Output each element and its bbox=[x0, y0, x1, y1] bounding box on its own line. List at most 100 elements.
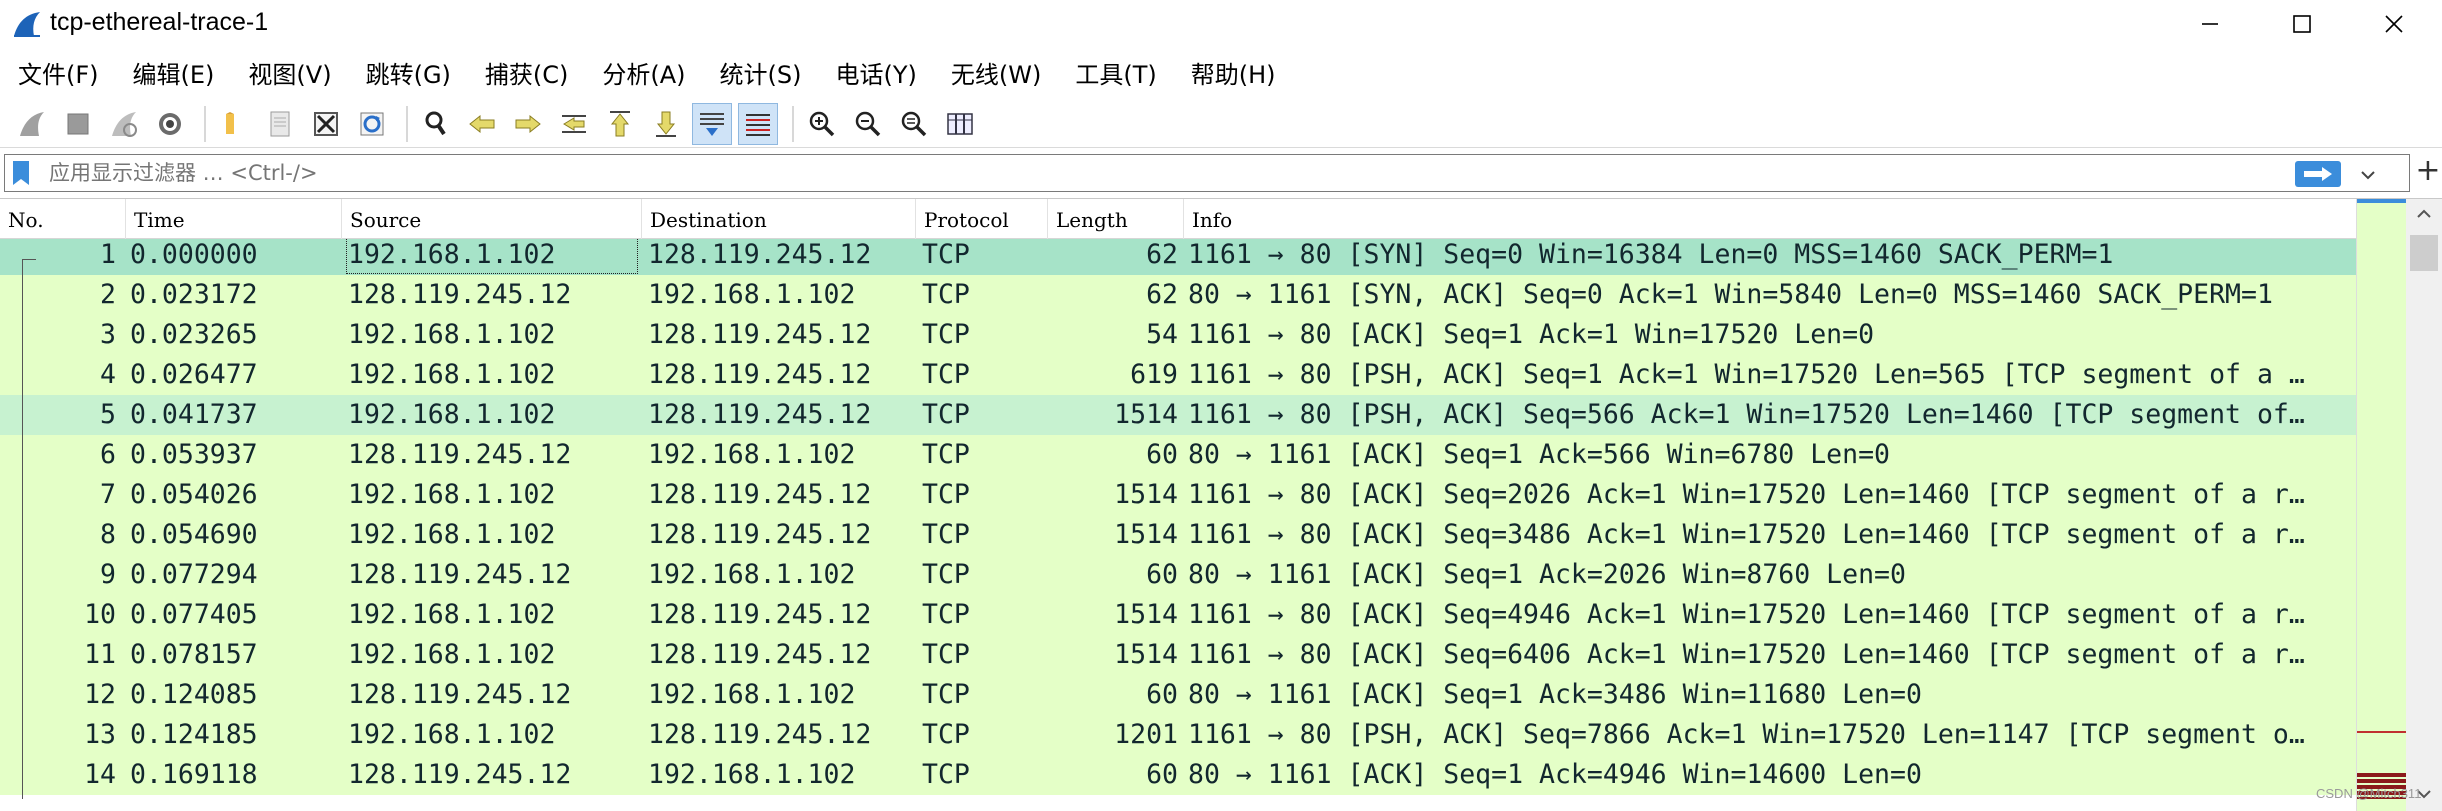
menu-analyze[interactable]: 分析(A) bbox=[590, 52, 697, 98]
close-window-button[interactable] bbox=[2348, 0, 2440, 48]
minimize-window-button[interactable] bbox=[2164, 0, 2256, 48]
open-file-button[interactable] bbox=[214, 103, 254, 145]
packet-row[interactable]: 2 0.023172 128.119.245.12 192.168.1.102 TCP 6… bbox=[0, 275, 2356, 315]
capture-options-button[interactable] bbox=[150, 103, 190, 145]
minimap-mark bbox=[2357, 731, 2407, 733]
display-filter-box bbox=[4, 154, 2410, 192]
zoom-in-button[interactable] bbox=[802, 103, 842, 145]
menu-wireless[interactable]: 无线(W) bbox=[939, 52, 1053, 98]
packet-cell-len: 60 bbox=[1146, 559, 1178, 590]
restart-capture-button[interactable] bbox=[104, 103, 144, 145]
vertical-scrollbar[interactable] bbox=[2406, 199, 2442, 811]
packet-cell-time: 0.023172 bbox=[130, 279, 258, 310]
start-capture-button[interactable] bbox=[12, 103, 52, 145]
chevron-down-icon bbox=[2361, 171, 2375, 180]
packet-cell-proto: TCP bbox=[922, 279, 970, 310]
packet-minimap[interactable] bbox=[2356, 199, 2407, 811]
packet-row[interactable]: 4 0.026477 192.168.1.102 128.119.245.12 TCP 6… bbox=[0, 355, 2356, 395]
menu-file[interactable]: 文件(F) bbox=[6, 52, 111, 98]
packet-row[interactable]: 12 0.124085 128.119.245.12 192.168.1.102 TCP… bbox=[0, 675, 2356, 715]
go-forward-button[interactable] bbox=[508, 103, 548, 145]
packet-cell-info: 1161 → 80 [ACK] Seq=3486 Ack=1 Win=17520… bbox=[1188, 519, 2305, 550]
go-back-button[interactable] bbox=[462, 103, 502, 145]
packet-cell-dst: 128.119.245.12 bbox=[648, 719, 872, 750]
packet-row[interactable]: 5 0.041737 192.168.1.102 128.119.245.12 TCP 1… bbox=[0, 395, 2356, 435]
packet-row[interactable]: 8 0.054690 192.168.1.102 128.119.245.12 TCP 1… bbox=[0, 515, 2356, 555]
column-header-destination[interactable]: Destination bbox=[642, 199, 916, 239]
column-header-time[interactable]: Time bbox=[126, 199, 342, 239]
last-packet-button[interactable] bbox=[646, 103, 686, 145]
packet-row[interactable]: 1 0.000000 192.168.1.102 128.119.245.12 TCP 6… bbox=[0, 239, 2356, 275]
close-file-icon bbox=[314, 111, 338, 136]
go-to-packet-button[interactable] bbox=[554, 103, 594, 145]
find-packet-button[interactable] bbox=[416, 103, 456, 145]
packet-cell-len: 54 bbox=[1146, 319, 1178, 350]
stop-capture-button[interactable] bbox=[58, 103, 98, 145]
arrow-down-icon bbox=[656, 111, 676, 137]
column-header-length[interactable]: Length bbox=[1048, 199, 1184, 239]
column-header-protocol[interactable]: Protocol bbox=[916, 199, 1048, 239]
packet-cell-proto: TCP bbox=[922, 479, 970, 510]
apply-filter-button[interactable] bbox=[2295, 161, 2341, 187]
packet-cell-proto: TCP bbox=[922, 719, 970, 750]
packet-row[interactable]: 3 0.023265 192.168.1.102 128.119.245.12 TCP 5… bbox=[0, 315, 2356, 355]
column-header-info[interactable]: Info bbox=[1184, 199, 2356, 239]
minimize-icon bbox=[2202, 23, 2218, 25]
packet-row[interactable]: 13 0.124185 192.168.1.102 128.119.245.12 TCP… bbox=[0, 715, 2356, 755]
packet-cell-len: 1201 bbox=[1114, 719, 1178, 750]
packet-cell-src: 128.119.245.12 bbox=[348, 759, 572, 790]
packet-row[interactable]: 9 0.077294 128.119.245.12 192.168.1.102 TCP 6… bbox=[0, 555, 2356, 595]
column-header-source[interactable]: Source bbox=[342, 199, 642, 239]
resize-columns-button[interactable] bbox=[940, 103, 980, 145]
packet-cell-no: 2 bbox=[100, 279, 116, 310]
packet-cell-no: 5 bbox=[100, 399, 116, 430]
packet-cell-len: 1514 bbox=[1114, 399, 1178, 430]
packet-row[interactable]: 7 0.054026 192.168.1.102 128.119.245.12 TCP 1… bbox=[0, 475, 2356, 515]
colorize-icon bbox=[746, 113, 770, 136]
document-icon bbox=[270, 111, 290, 136]
scroll-up-button[interactable] bbox=[2406, 199, 2442, 229]
packet-row[interactable]: 11 0.078157 192.168.1.102 128.119.245.12 TCP… bbox=[0, 635, 2356, 675]
packet-cell-len: 62 bbox=[1146, 279, 1178, 310]
scrollbar-thumb[interactable] bbox=[2410, 235, 2438, 271]
packet-cell-proto: TCP bbox=[922, 439, 970, 470]
bookmark-icon[interactable] bbox=[11, 159, 31, 187]
packet-cell-len: 1514 bbox=[1114, 599, 1178, 630]
auto-scroll-icon bbox=[700, 112, 724, 136]
first-packet-button[interactable] bbox=[600, 103, 640, 145]
packet-cell-time: 0.077294 bbox=[130, 559, 258, 590]
packet-cell-info: 1161 → 80 [ACK] Seq=1 Ack=1 Win=17520 Le… bbox=[1188, 319, 1875, 350]
menu-tools[interactable]: 工具(T) bbox=[1063, 52, 1168, 98]
maximize-window-button[interactable] bbox=[2256, 0, 2348, 48]
menu-capture[interactable]: 捕获(C) bbox=[473, 52, 580, 98]
menu-go[interactable]: 跳转(G) bbox=[354, 52, 463, 98]
display-filter-input[interactable] bbox=[49, 158, 2269, 188]
packet-cell-time: 0.023265 bbox=[130, 319, 258, 350]
column-header-no[interactable]: No. bbox=[0, 199, 126, 239]
maximize-icon bbox=[2293, 15, 2311, 33]
menu-edit[interactable]: 编辑(E) bbox=[121, 52, 227, 98]
colorize-button[interactable] bbox=[738, 102, 778, 145]
conversation-bracket bbox=[22, 259, 36, 799]
zoom-reset-button[interactable] bbox=[894, 103, 934, 145]
packet-row[interactable]: 10 0.077405 192.168.1.102 128.119.245.12 TCP… bbox=[0, 595, 2356, 635]
packet-cell-proto: TCP bbox=[922, 239, 970, 270]
menu-view[interactable]: 视图(V) bbox=[236, 52, 343, 98]
add-filter-button[interactable]: + bbox=[2414, 156, 2442, 188]
close-icon bbox=[2385, 15, 2403, 33]
packet-cell-info: 1161 → 80 [ACK] Seq=4946 Ack=1 Win=17520… bbox=[1188, 599, 2305, 630]
packet-cell-no: 7 bbox=[100, 479, 116, 510]
filter-history-dropdown[interactable] bbox=[2353, 163, 2383, 187]
packet-row[interactable]: 6 0.053937 128.119.245.12 192.168.1.102 TCP 6… bbox=[0, 435, 2356, 475]
packet-row[interactable]: 14 0.169118 128.119.245.12 192.168.1.102 TCP… bbox=[0, 755, 2356, 795]
menu-telephony[interactable]: 电话(Y) bbox=[824, 52, 929, 98]
packet-cell-time: 0.124185 bbox=[130, 719, 258, 750]
packet-cell-dst: 128.119.245.12 bbox=[648, 519, 872, 550]
save-file-button[interactable] bbox=[260, 103, 300, 145]
close-file-button[interactable] bbox=[306, 103, 346, 145]
zoom-out-button[interactable] bbox=[848, 103, 888, 145]
auto-scroll-button[interactable] bbox=[692, 102, 732, 145]
menu-help[interactable]: 帮助(H) bbox=[1179, 52, 1288, 98]
reload-file-button[interactable] bbox=[352, 103, 392, 145]
menu-statistics[interactable]: 统计(S) bbox=[708, 52, 814, 98]
